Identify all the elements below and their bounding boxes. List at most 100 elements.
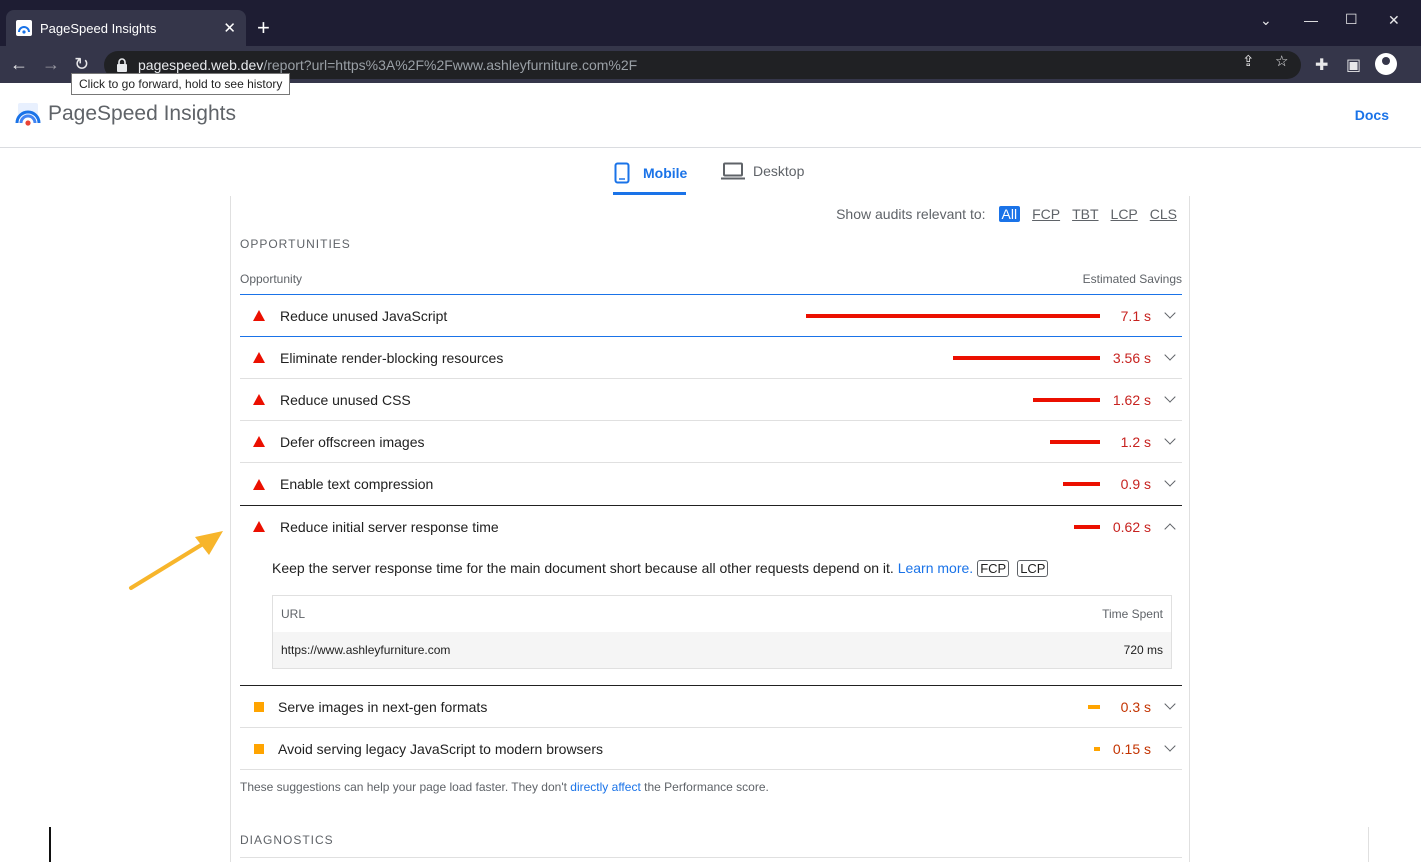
profile-avatar-icon[interactable] xyxy=(1375,53,1397,75)
tab-search-icon[interactable]: ⌄ xyxy=(1260,12,1272,29)
chevron-down-icon[interactable] xyxy=(1164,349,1176,361)
page-title: PageSpeed Insights xyxy=(48,102,236,125)
annotation-arrow-icon xyxy=(129,531,223,590)
footnote-text-start: These suggestions can help your page loa… xyxy=(240,780,567,794)
opportunity-label: Avoid serving legacy JavaScript to moder… xyxy=(278,740,604,757)
opportunity-savings: 0.62 s xyxy=(1112,518,1151,535)
diagnostics-heading: DIAGNOSTICS xyxy=(240,833,334,847)
opportunities-column-header: Opportunity Estimated Savings xyxy=(240,272,1182,286)
footnote-text-end: the Performance score. xyxy=(644,780,769,794)
report-panel: Show audits relevant to: All FCP TBT LCP… xyxy=(230,196,1190,862)
savings-bar xyxy=(806,313,1100,318)
close-window-icon[interactable]: ✕ xyxy=(1388,12,1400,29)
savings-bar xyxy=(1094,746,1100,751)
maximize-window-icon[interactable]: ☐ xyxy=(1345,11,1358,28)
savings-bar xyxy=(1074,524,1100,529)
fail-triangle-icon xyxy=(253,521,265,532)
opportunity-row[interactable]: Reduce unused CSS 1.62 s xyxy=(240,379,1182,421)
chevron-down-icon[interactable] xyxy=(1164,740,1176,752)
chevron-down-icon[interactable] xyxy=(1164,433,1176,445)
reload-icon[interactable]: ↻ xyxy=(74,54,89,74)
text-cursor xyxy=(49,827,51,862)
browser-tab-strip: PageSpeed Insights ✕ + ⌄ — ☐ ✕ xyxy=(0,0,1421,46)
forward-icon[interactable]: → xyxy=(42,54,60,74)
filter-chip-all[interactable]: All xyxy=(998,206,1021,222)
tab-mobile-label: Mobile xyxy=(643,165,688,181)
back-icon[interactable]: ← xyxy=(10,54,28,74)
side-panel-icon[interactable]: ▣ xyxy=(1346,55,1361,75)
fail-triangle-icon xyxy=(253,310,265,321)
column-time-spent: Time Spent xyxy=(1102,607,1163,621)
opportunity-savings: 1.2 s xyxy=(1120,433,1151,450)
pagespeed-favicon-icon xyxy=(16,20,32,36)
share-icon[interactable]: ⇪ xyxy=(1242,52,1255,70)
opportunity-label: Reduce unused CSS xyxy=(280,391,411,408)
extensions-icon[interactable]: ✚ xyxy=(1315,55,1328,75)
opportunity-row[interactable]: Reduce unused JavaScript 7.1 s xyxy=(240,295,1182,337)
savings-bar xyxy=(953,355,1100,360)
chevron-up-icon[interactable] xyxy=(1164,523,1176,535)
metric-tag-fcp: FCP xyxy=(977,560,1010,577)
column-estimated-savings: Estimated Savings xyxy=(1082,272,1182,286)
chevron-down-icon[interactable] xyxy=(1164,475,1176,487)
tab-desktop[interactable]: Desktop xyxy=(721,162,804,180)
opportunity-label: Serve images in next-gen formats xyxy=(278,698,488,715)
opportunity-savings: 3.56 s xyxy=(1112,349,1151,366)
filter-chip-lcp[interactable]: LCP xyxy=(1111,206,1138,222)
row-url[interactable]: https://www.ashleyfurniture.com xyxy=(281,643,450,657)
opportunity-savings: 0.3 s xyxy=(1120,698,1151,715)
fail-triangle-icon xyxy=(253,478,265,490)
details-table-header: URL Time Spent xyxy=(273,596,1171,632)
opportunities-list: Reduce unused JavaScript 7.1 s Eliminate… xyxy=(240,294,1182,770)
browser-tab[interactable]: PageSpeed Insights ✕ xyxy=(6,10,246,46)
tab-mobile[interactable]: Mobile xyxy=(614,162,687,184)
average-square-icon xyxy=(254,743,264,754)
minimize-window-icon[interactable]: — xyxy=(1304,12,1318,28)
opportunities-heading: OPPORTUNITIES xyxy=(240,237,351,251)
tab-desktop-label: Desktop xyxy=(753,163,805,179)
fail-triangle-icon xyxy=(253,394,265,405)
savings-bar xyxy=(1063,482,1100,486)
new-tab-icon[interactable]: + xyxy=(257,17,270,39)
opportunity-label: Defer offscreen images xyxy=(280,433,425,450)
url-host: pagespeed.web.dev xyxy=(138,57,264,73)
opportunity-label: Reduce unused JavaScript xyxy=(280,307,448,324)
opportunity-row[interactable]: Defer offscreen images 1.2 s xyxy=(240,421,1182,463)
opportunity-row[interactable]: Avoid serving legacy JavaScript to moder… xyxy=(240,728,1182,770)
learn-more-link[interactable]: Learn more. xyxy=(898,560,973,576)
browser-tab-title: PageSpeed Insights xyxy=(40,20,157,36)
docs-link[interactable]: Docs xyxy=(1355,107,1389,123)
directly-affect-link[interactable]: directly affect xyxy=(570,780,640,794)
opportunity-row[interactable]: Serve images in next-gen formats 0.3 s xyxy=(240,686,1182,728)
close-tab-icon[interactable]: ✕ xyxy=(223,21,236,36)
fail-triangle-icon xyxy=(253,352,265,363)
details-table: URL Time Spent https://www.ashleyfurnitu… xyxy=(272,595,1172,669)
mobile-phone-icon xyxy=(614,162,630,184)
forward-tooltip: Click to go forward, hold to see history xyxy=(71,73,291,95)
chevron-down-icon[interactable] xyxy=(1164,698,1176,710)
opportunity-savings: 0.9 s xyxy=(1120,476,1151,492)
chevron-down-icon[interactable] xyxy=(1164,391,1176,403)
average-square-icon xyxy=(254,701,264,712)
filter-chip-fcp[interactable]: FCP xyxy=(1032,206,1060,222)
fail-triangle-icon xyxy=(253,436,265,447)
pagespeed-logo-icon[interactable] xyxy=(15,101,41,127)
audit-filter: Show audits relevant to: All FCP TBT LCP… xyxy=(836,206,1177,222)
opportunity-savings: 0.15 s xyxy=(1112,740,1151,757)
savings-bar xyxy=(1050,439,1100,444)
column-url: URL xyxy=(281,607,306,621)
opportunity-label: Enable text compression xyxy=(280,476,434,492)
opportunity-row[interactable]: Eliminate render-blocking resources 3.56… xyxy=(240,337,1182,379)
opportunity-row[interactable]: Enable text compression 0.9 s xyxy=(240,463,1182,505)
diagnostics-divider xyxy=(240,857,1182,858)
audit-filter-label: Show audits relevant to: xyxy=(836,206,986,222)
savings-bar xyxy=(1088,704,1100,709)
opportunity-label: Reduce initial server response time xyxy=(280,518,499,535)
filter-chip-cls[interactable]: CLS xyxy=(1150,206,1177,222)
filter-chip-tbt[interactable]: TBT xyxy=(1072,206,1098,222)
opportunity-row-expanded[interactable]: Reduce initial server response time 0.62… xyxy=(240,505,1182,547)
bookmark-star-icon[interactable]: ☆ xyxy=(1275,52,1288,70)
chevron-down-icon[interactable] xyxy=(1164,307,1176,319)
metric-tag-lcp: LCP xyxy=(1017,560,1049,577)
lock-icon xyxy=(117,58,127,72)
